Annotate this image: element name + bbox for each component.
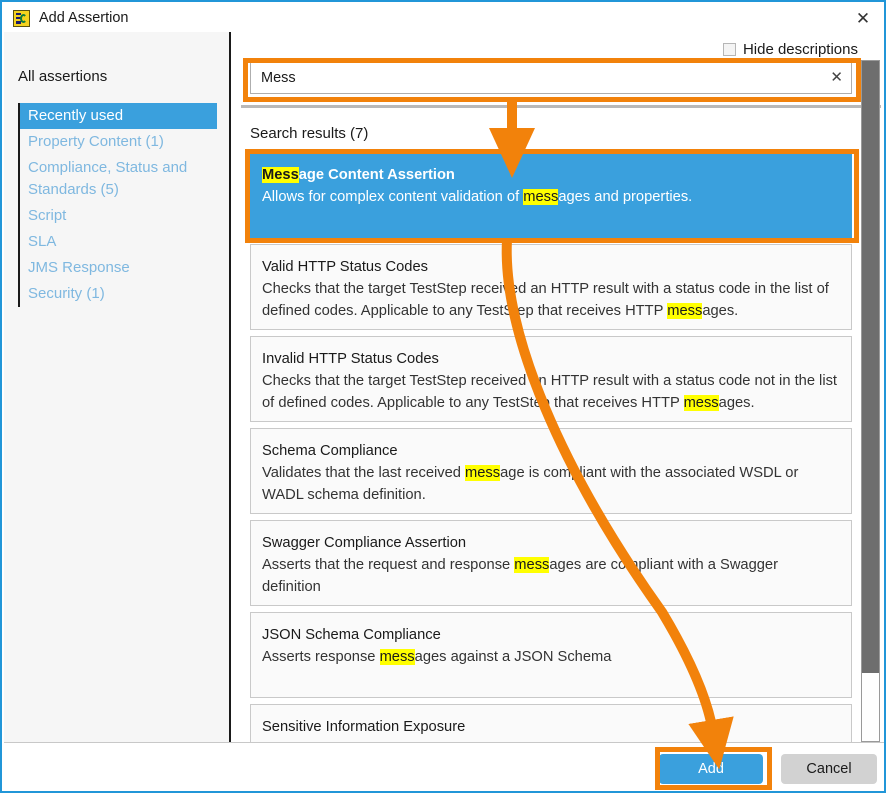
add-assertion-dialog: Add Assertion ✕ All assertions Recently …	[0, 0, 886, 793]
clear-search-icon[interactable]: ✕	[830, 68, 843, 88]
sidebar-item-label: Recently used	[28, 107, 123, 124]
search-result-item[interactable]: Sensitive Information Exposure	[250, 704, 852, 742]
search-result-item[interactable]: Schema ComplianceValidates that the last…	[250, 428, 852, 514]
search-term-highlight: Mess	[262, 167, 299, 183]
search-result-item[interactable]: JSON Schema ComplianceAsserts response m…	[250, 612, 852, 698]
result-title: JSON Schema Compliance	[262, 625, 837, 645]
search-result-item[interactable]: Swagger Compliance AssertionAsserts that…	[250, 520, 852, 606]
hide-descriptions-row[interactable]: Hide descriptions	[723, 41, 858, 58]
main-panel: Hide descriptions ✕ Search results (7) M…	[233, 32, 884, 742]
sidebar-item-label: Script	[28, 207, 66, 224]
title-bar: Add Assertion ✕	[4, 4, 886, 32]
sidebar-item[interactable]: Security (1)	[20, 281, 217, 307]
result-title: Valid HTTP Status Codes	[262, 257, 837, 277]
sidebar-item-label: Compliance, Status and Standards (5)	[28, 159, 187, 198]
add-button[interactable]: Add	[659, 754, 763, 784]
search-term-highlight: mess	[465, 465, 500, 481]
search-term-highlight: mess	[380, 649, 415, 665]
search-result-item[interactable]: Invalid HTTP Status CodesChecks that the…	[250, 336, 852, 422]
search-results-label: Search results (7)	[250, 125, 368, 142]
search-results-list: Message Content AssertionAllows for comp…	[250, 152, 852, 742]
footer-bar: Add Cancel	[4, 742, 886, 793]
sidebar: All assertions Recently used Property Con…	[4, 32, 231, 742]
sidebar-item-label: Property Content (1)	[28, 133, 164, 150]
result-title: Message Content Assertion	[262, 165, 837, 185]
search-term-highlight: mess	[667, 303, 702, 319]
sidebar-item[interactable]: JMS Response	[20, 255, 217, 281]
result-title: Schema Compliance	[262, 441, 837, 461]
result-description: Allows for complex content validation of…	[262, 186, 837, 208]
window-title: Add Assertion	[39, 10, 128, 26]
hide-descriptions-label: Hide descriptions	[743, 41, 858, 58]
result-description: Asserts response messages against a JSON…	[262, 646, 837, 668]
sidebar-item[interactable]: SLA	[20, 229, 217, 255]
sidebar-item[interactable]: Compliance, Status and Standards (5)	[20, 155, 217, 203]
hide-descriptions-checkbox[interactable]	[723, 43, 736, 56]
search-field-wrapper: ✕	[250, 62, 852, 94]
sidebar-category-list: Recently used Property Content (1) Complia…	[18, 103, 217, 307]
results-scrollbar-thumb[interactable]	[862, 61, 879, 673]
result-description: Checks that the target TestStep received…	[262, 278, 837, 322]
search-term-highlight: mess	[684, 395, 719, 411]
result-title: Invalid HTTP Status Codes	[262, 349, 837, 369]
result-title: Swagger Compliance Assertion	[262, 533, 837, 553]
search-result-item[interactable]: Valid HTTP Status CodesChecks that the t…	[250, 244, 852, 330]
sidebar-item[interactable]: Script	[20, 203, 217, 229]
sidebar-item[interactable]: Recently used	[20, 103, 217, 129]
sidebar-item-label: Security (1)	[28, 285, 105, 302]
assertion-icon	[13, 10, 30, 27]
sidebar-item[interactable]: Property Content (1)	[20, 129, 217, 155]
sidebar-item-label: SLA	[28, 233, 56, 250]
close-icon[interactable]: ✕	[840, 4, 886, 32]
result-description: Validates that the last received message…	[262, 462, 837, 506]
result-description: Checks that the target TestStep received…	[262, 370, 837, 414]
search-result-item[interactable]: Message Content AssertionAllows for comp…	[250, 152, 852, 238]
sidebar-item-label: JMS Response	[28, 259, 130, 276]
result-description: Asserts that the request and response me…	[262, 554, 837, 598]
sidebar-heading: All assertions	[18, 68, 107, 85]
result-title: Sensitive Information Exposure	[262, 717, 837, 737]
search-term-highlight: mess	[523, 189, 558, 205]
search-input[interactable]	[250, 62, 852, 94]
cancel-button[interactable]: Cancel	[781, 754, 877, 784]
search-term-highlight: mess	[514, 557, 549, 573]
results-scrollbar[interactable]	[861, 60, 880, 742]
separator	[241, 105, 881, 108]
